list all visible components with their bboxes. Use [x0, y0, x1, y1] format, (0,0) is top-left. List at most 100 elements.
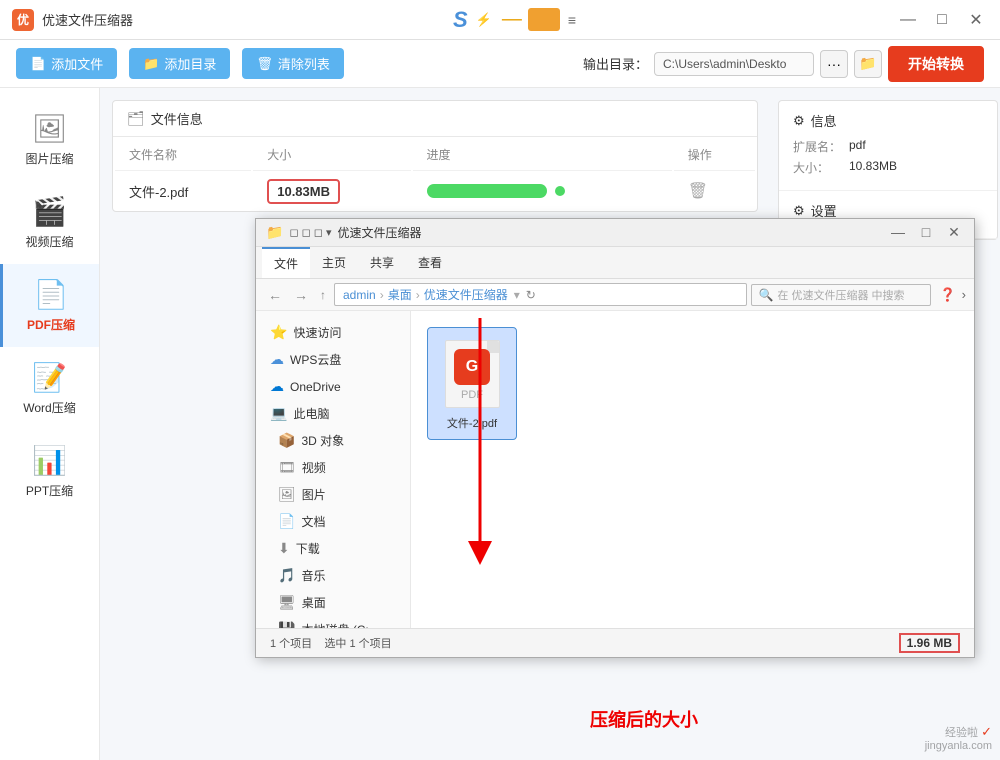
close-button[interactable]: ✕	[964, 10, 988, 30]
main-layout: 🖼 图片压缩 🎬 视频压缩 📄 PDF压缩 📝 Word压缩 📊 PPT压缩	[0, 88, 1000, 760]
watermark-text: 经验啦 ✓	[945, 724, 992, 740]
sidebar-label-img: 图片压缩	[25, 150, 73, 167]
explorer-folder-icon: 📁	[266, 224, 283, 241]
breadcrumb-bar[interactable]: admin › 桌面 › 优速文件压缩器 ▾ ↻	[334, 283, 747, 306]
menu-icon[interactable]: ≡	[568, 12, 576, 28]
size-label: 大小：	[793, 159, 843, 176]
clear-list-button[interactable]: 🗑 清除列表	[242, 48, 344, 79]
img-compress-icon: 🖼	[32, 112, 68, 145]
restore-button[interactable]: □	[930, 11, 954, 29]
pdf-text-label: PDF	[461, 389, 483, 401]
explorer-ribbon: 文件 主页 共享 查看	[256, 247, 974, 279]
explorer-controls: — □ ✕	[888, 224, 964, 241]
ribbon-tab-file[interactable]: 文件	[262, 247, 310, 278]
explorer-body: ⭐ 快速访问 ☁ WPS云盘 ☁ OneDrive 💻 此电脑	[256, 311, 974, 628]
col-progress: 进度	[413, 139, 672, 171]
title-bar-center: S ⚡ — ≡	[453, 7, 576, 33]
es-label-pic: 图片	[302, 486, 326, 503]
sidebar-item-video[interactable]: 🎬 视频压缩	[0, 181, 99, 264]
settings-gear-icon: ⚙	[793, 203, 805, 219]
wps-cloud-icon: ☁	[270, 351, 284, 368]
content-area: 🗂 文件信息 文件名称 大小 进度 操作	[100, 88, 1000, 760]
explorer-title-left: 📁 ◻ ◻ ◻ ▾ 优速文件压缩器	[266, 224, 422, 241]
explorer-nav: ← → ↑ admin › 桌面 › 优速文件压缩器 ▾ ↻ 🔍 在 优速文件压…	[256, 279, 974, 311]
output-folder-button[interactable]: 📁	[854, 50, 882, 78]
title-bar-left: 优 优速文件压缩器	[12, 9, 133, 31]
col-action: 操作	[674, 139, 755, 171]
es-music[interactable]: 🎵 音乐	[256, 562, 410, 589]
explorer-statusbar: 1 个项目 选中 1 个项目 1.96 MB	[256, 628, 974, 657]
pdf-badge-icon: G	[466, 358, 478, 376]
output-group: 输出目录： C:\Users\admin\Deskto ··· 📁 开始转换	[583, 46, 984, 82]
file-table: 文件名称 大小 进度 操作 文件-2.pdf 10.83MB	[113, 137, 757, 211]
picture-folder-icon: 🖼	[278, 486, 296, 503]
delete-button[interactable]: 🗑	[688, 183, 708, 200]
es-download[interactable]: ⬇ 下载	[256, 535, 410, 562]
nav-up[interactable]: ↑	[316, 286, 330, 304]
sidebar-item-word[interactable]: 📝 Word压缩	[0, 347, 99, 430]
ppt-compress-icon: 📊	[32, 444, 67, 477]
explorer-title-extra: ◻ ◻ ◻ ▾	[289, 226, 331, 239]
explorer-close[interactable]: ✕	[944, 224, 964, 241]
explorer-restore[interactable]: □	[916, 224, 936, 241]
bc-admin: admin	[343, 288, 376, 302]
ribbon-tab-view[interactable]: 查看	[406, 248, 454, 277]
bc-refresh-icon[interactable]: ↻	[526, 288, 536, 302]
output-more-button[interactable]: ···	[820, 50, 848, 78]
es-doc[interactable]: 📄 文档	[256, 508, 410, 535]
size-value: 10.83MB	[849, 159, 897, 176]
info-header: ⚙ 信息	[793, 111, 983, 130]
add-folder-button[interactable]: 📁 添加目录	[129, 48, 230, 79]
title-bar-lightning: ⚡	[476, 12, 492, 28]
add-file-button[interactable]: 📄 添加文件	[16, 48, 117, 79]
file-name-label: 文件-2.pdf	[447, 415, 497, 431]
progress-bar	[427, 184, 547, 198]
status-size: 1.96 MB	[899, 633, 960, 653]
search-bar[interactable]: 🔍 在 优速文件压缩器 中搜索	[751, 284, 931, 306]
file-info-icon: 🗂	[127, 110, 145, 127]
table-row: 文件-2.pdf 10.83MB	[115, 173, 755, 209]
es-label-music: 音乐	[301, 567, 325, 584]
info-gear-icon: ⚙	[793, 113, 805, 129]
sidebar-item-img[interactable]: 🖼 图片压缩	[0, 98, 99, 181]
bc-desktop: 桌面	[388, 286, 412, 303]
app-title: 优速文件压缩器	[42, 10, 133, 29]
explorer-help-icon[interactable]: ❓	[939, 287, 955, 303]
es-label-c: 本地磁盘 (C:	[301, 621, 368, 628]
nav-forward[interactable]: →	[290, 285, 312, 305]
file-size-value: 10.83MB	[267, 179, 340, 204]
minimize-button[interactable]: —	[896, 11, 920, 29]
add-file-icon: 📄	[30, 56, 46, 72]
output-path[interactable]: C:\Users\admin\Deskto	[654, 52, 814, 76]
nav-back[interactable]: ←	[264, 285, 286, 305]
title-bar-btn-group: —	[500, 8, 560, 31]
bc-dropdown-icon[interactable]: ▾	[514, 288, 520, 302]
es-video[interactable]: 🎞 视频	[256, 454, 410, 481]
file-item-pdf[interactable]: G PDF 文件-2.pdf	[427, 327, 517, 440]
ribbon-tab-share[interactable]: 共享	[358, 248, 406, 277]
ext-row: 扩展名： pdf	[793, 138, 983, 155]
sidebar-item-pdf[interactable]: 📄 PDF压缩	[0, 264, 99, 347]
es-label-video: 视频	[302, 459, 326, 476]
es-quick-access[interactable]: ⭐ 快速访问	[256, 319, 410, 346]
explorer-minimize[interactable]: —	[888, 224, 908, 241]
file-info-header: 🗂 文件信息	[113, 101, 757, 137]
es-onedrive[interactable]: ☁ OneDrive	[256, 373, 410, 400]
es-this-pc[interactable]: 💻 此电脑	[256, 400, 410, 427]
col-size: 大小	[253, 139, 410, 171]
es-local-c[interactable]: 💾 本地磁盘 (C:	[256, 616, 410, 628]
search-icon: 🔍	[758, 288, 773, 302]
ribbon-tab-home[interactable]: 主页	[310, 248, 358, 277]
start-convert-button[interactable]: 开始转换	[888, 46, 984, 82]
es-pic[interactable]: 🖼 图片	[256, 481, 410, 508]
explorer-nav-right: ›	[962, 287, 966, 302]
es-3d[interactable]: 📦 3D 对象	[256, 427, 410, 454]
explorer-window: 📁 ◻ ◻ ◻ ▾ 优速文件压缩器 — □ ✕ 文件 主页 共享 查看 ←	[255, 218, 975, 658]
sidebar-item-ppt[interactable]: 📊 PPT压缩	[0, 430, 99, 513]
explorer-title-text: 优速文件压缩器	[338, 224, 422, 241]
pdf-compress-icon: 📄	[34, 278, 69, 311]
title-bar-right: — □ ✕	[896, 10, 988, 30]
es-desktop[interactable]: 🖥 桌面	[256, 589, 410, 616]
file-name-cell: 文件-2.pdf	[115, 173, 251, 209]
es-wps[interactable]: ☁ WPS云盘	[256, 346, 410, 373]
